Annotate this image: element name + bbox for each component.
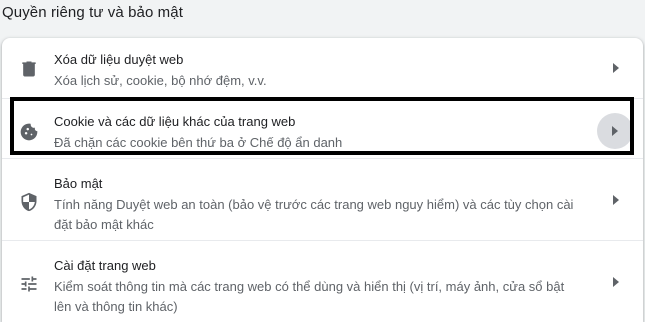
cookies-text: Cookie và các dữ liệu khác của trang web… bbox=[54, 113, 574, 153]
row-title: Cài đặt trang web bbox=[54, 258, 156, 273]
row-subtitle: Tính năng Duyệt web an toàn (bảo vệ trướ… bbox=[54, 197, 574, 232]
arrow-right-button[interactable] bbox=[597, 113, 633, 149]
row-subtitle: Đã chặn các cookie bên thứ ba ở Chế độ ẩ… bbox=[54, 135, 343, 150]
security-text: Bảo mật Tính năng Duyệt web an toàn (bảo… bbox=[54, 175, 574, 235]
cookies-row[interactable]: Cookie và các dữ liệu khác của trang web… bbox=[2, 98, 643, 158]
arrow-right-icon bbox=[611, 194, 621, 206]
privacy-settings-card: Xóa dữ liệu duyệt web Xóa lịch sử, cooki… bbox=[2, 38, 643, 322]
arrow-right-icon bbox=[612, 126, 618, 136]
arrow-right-icon bbox=[611, 62, 621, 74]
section-title: Quyền riêng tư và bảo mật bbox=[2, 4, 183, 21]
site-settings-row[interactable]: Cài đặt trang web Kiểm soát thông tin mà… bbox=[2, 240, 643, 322]
row-title: Bảo mật bbox=[54, 176, 103, 191]
privacy-settings-page: Quyền riêng tư và bảo mật Xóa dữ liệu du… bbox=[0, 0, 645, 322]
security-row[interactable]: Bảo mật Tính năng Duyệt web an toàn (bảo… bbox=[2, 158, 643, 240]
cookie-icon bbox=[17, 120, 41, 144]
shield-icon bbox=[17, 190, 41, 214]
clear-browsing-data-row[interactable]: Xóa dữ liệu duyệt web Xóa lịch sử, cooki… bbox=[2, 38, 643, 98]
arrow-right-icon bbox=[611, 276, 621, 288]
row-title: Cookie và các dữ liệu khác của trang web bbox=[54, 114, 296, 129]
trash-icon bbox=[17, 57, 41, 81]
site-settings-text: Cài đặt trang web Kiểm soát thông tin mà… bbox=[54, 257, 574, 317]
row-subtitle: Kiểm soát thông tin mà các trang web có … bbox=[54, 279, 565, 314]
clear-browsing-data-text: Xóa dữ liệu duyệt web Xóa lịch sử, cooki… bbox=[54, 51, 574, 91]
tune-icon bbox=[17, 272, 41, 296]
row-subtitle: Xóa lịch sử, cookie, bộ nhớ đệm, v.v. bbox=[54, 73, 267, 88]
row-title: Xóa dữ liệu duyệt web bbox=[54, 52, 184, 67]
